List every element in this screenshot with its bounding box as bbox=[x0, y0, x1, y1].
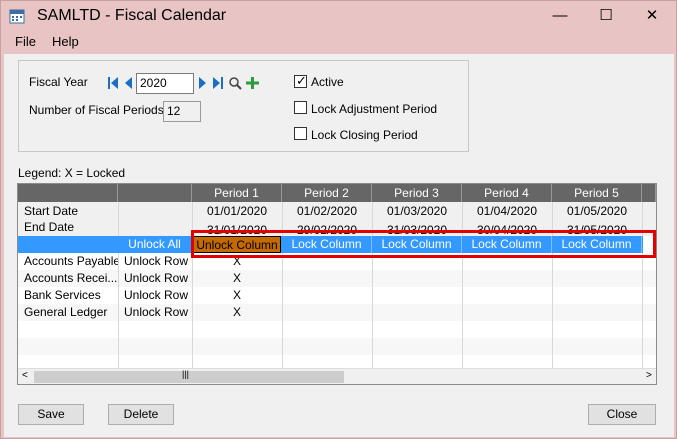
legend-text: Legend: X = Locked bbox=[18, 166, 126, 180]
grid-header-period-2[interactable]: Period 2 bbox=[282, 184, 372, 202]
grid-header-blank bbox=[18, 184, 118, 202]
save-button[interactable]: Save bbox=[18, 404, 84, 425]
lock-closing-checkbox[interactable] bbox=[294, 127, 307, 140]
unlock-row-button[interactable]: Unlock Row bbox=[124, 287, 188, 304]
maximize-button[interactable]: ☐ bbox=[591, 5, 621, 27]
scroll-left-icon[interactable]: < bbox=[22, 370, 28, 381]
unlock-row-button[interactable]: Unlock Row bbox=[124, 253, 188, 270]
end-date-label: End Date bbox=[24, 220, 75, 234]
fiscal-calendar-window: SAMLTD - Fiscal Calendar — ☐ ✕ File Help… bbox=[0, 0, 677, 439]
fiscal-year-input[interactable]: 2020 bbox=[136, 73, 194, 94]
grid-header-period-5[interactable]: Period 5 bbox=[552, 184, 642, 202]
title-bar: SAMLTD - Fiscal Calendar — ☐ ✕ bbox=[1, 1, 677, 31]
grid-header-period-3[interactable]: Period 3 bbox=[372, 184, 462, 202]
highlight-annotation-box bbox=[191, 230, 656, 258]
active-label: Active bbox=[311, 75, 344, 89]
active-checkbox[interactable] bbox=[294, 73, 307, 89]
calendar-icon bbox=[9, 9, 25, 24]
previous-record-icon[interactable] bbox=[123, 76, 133, 90]
close-button[interactable]: Close bbox=[588, 404, 656, 425]
scroll-right-icon[interactable]: > bbox=[646, 370, 652, 381]
grid-header-overflow bbox=[642, 184, 656, 202]
horizontal-scrollbar[interactable]: < ||| > bbox=[18, 368, 656, 384]
window-title: SAMLTD - Fiscal Calendar bbox=[37, 7, 227, 24]
unlock-row-button[interactable]: Unlock Row bbox=[124, 270, 188, 287]
last-record-icon[interactable] bbox=[212, 76, 224, 90]
menu-file[interactable]: File bbox=[15, 34, 36, 49]
lock-cell[interactable]: X bbox=[192, 287, 282, 304]
fiscal-year-label: Fiscal Year bbox=[29, 75, 88, 89]
lock-closing-label: Lock Closing Period bbox=[311, 128, 418, 142]
row-name: Accounts Payable bbox=[24, 254, 118, 268]
num-periods-label: Number of Fiscal Periods bbox=[29, 103, 164, 117]
lock-adjustment-checkbox[interactable] bbox=[294, 101, 307, 114]
first-record-icon[interactable] bbox=[107, 76, 119, 90]
row-name: Accounts Recei... bbox=[24, 271, 118, 285]
row-name: Bank Services bbox=[24, 288, 101, 302]
start-date-cell[interactable]: 01/02/2020 bbox=[282, 203, 372, 220]
scroll-grip-icon: ||| bbox=[182, 369, 190, 379]
minimize-button[interactable]: — bbox=[545, 5, 575, 27]
search-icon[interactable] bbox=[228, 76, 242, 90]
next-record-icon[interactable] bbox=[198, 76, 208, 90]
lock-adjustment-label: Lock Adjustment Period bbox=[311, 102, 438, 116]
row-name: General Ledger bbox=[24, 305, 108, 319]
periods-grid: Period 1 Period 2 Period 3 Period 4 Peri… bbox=[17, 183, 657, 385]
scroll-thumb[interactable]: ||| bbox=[34, 369, 344, 383]
fiscal-year-group: Fiscal Year 2020 Number of Fiscal Period… bbox=[18, 60, 469, 152]
start-date-cell[interactable]: 01/03/2020 bbox=[372, 203, 462, 220]
grid-header-period-4[interactable]: Period 4 bbox=[462, 184, 552, 202]
delete-button[interactable]: Delete bbox=[108, 404, 174, 425]
lock-cell[interactable]: X bbox=[192, 270, 282, 287]
add-icon[interactable] bbox=[246, 76, 259, 90]
start-date-cell[interactable]: 01/05/2020 bbox=[552, 203, 642, 220]
start-date-cell[interactable]: 01/04/2020 bbox=[462, 203, 552, 220]
grid-header-period-1[interactable]: Period 1 bbox=[192, 184, 282, 202]
menu-help[interactable]: Help bbox=[52, 34, 79, 49]
unlock-all-button[interactable]: Unlock All bbox=[118, 236, 192, 253]
lock-cell[interactable]: X bbox=[192, 304, 282, 321]
close-window-button[interactable]: ✕ bbox=[637, 5, 667, 27]
grid-header-action bbox=[118, 184, 192, 202]
main-panel: Fiscal Year 2020 Number of Fiscal Period… bbox=[4, 54, 674, 437]
start-date-label: Start Date bbox=[24, 204, 79, 218]
unlock-row-button[interactable]: Unlock Row bbox=[124, 304, 188, 321]
num-periods-value: 12 bbox=[163, 101, 201, 122]
table-row bbox=[18, 338, 656, 355]
start-date-cell[interactable]: 01/01/2020 bbox=[192, 203, 282, 220]
